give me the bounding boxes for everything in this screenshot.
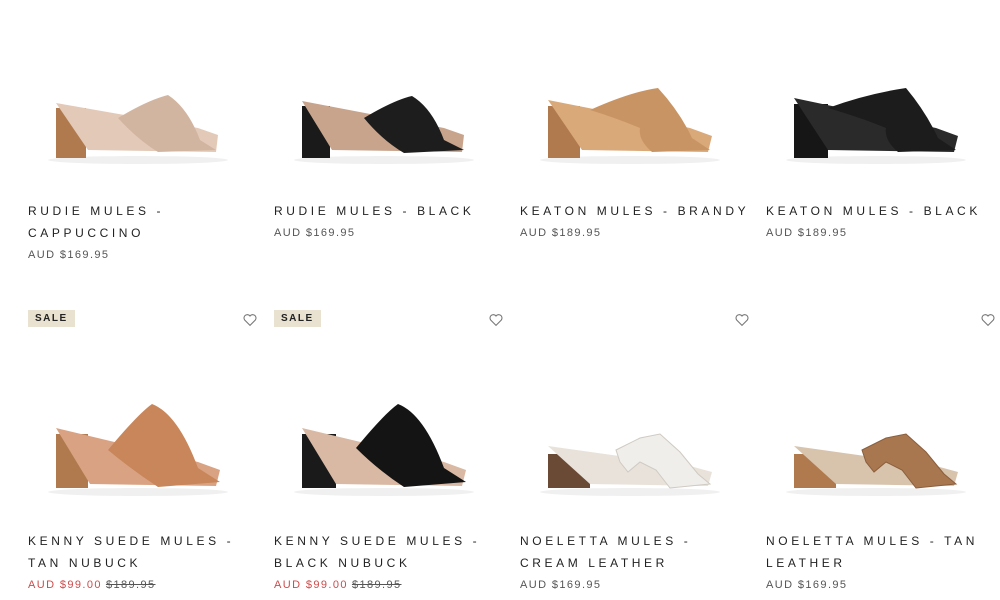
product-image[interactable] bbox=[766, 302, 996, 530]
product-image[interactable]: SALE bbox=[28, 302, 258, 530]
product-image[interactable] bbox=[520, 302, 750, 530]
product-price: AUD $99.00 $189.95 bbox=[28, 579, 258, 591]
original-price: $189.95 bbox=[351, 579, 402, 591]
mule-shoe-image bbox=[48, 404, 228, 496]
product-price: AUD $169.95 bbox=[520, 579, 602, 591]
product-image[interactable] bbox=[520, 0, 750, 200]
heart-icon[interactable] bbox=[242, 312, 258, 328]
product-title[interactable]: Keaton Mules - Brandy bbox=[520, 200, 750, 222]
product-price: AUD $169.95 bbox=[28, 249, 110, 261]
heart-icon[interactable] bbox=[980, 312, 996, 328]
sale-badge: SALE bbox=[274, 310, 321, 327]
product-title[interactable]: Kenny Suede Mules - Black Nubuck bbox=[274, 530, 504, 574]
product-card[interactable]: Keaton Mules - Brandy AUD $189.95 bbox=[520, 0, 750, 239]
product-price: AUD $169.95 bbox=[766, 579, 848, 591]
sale-price: AUD $99.00 bbox=[274, 579, 348, 591]
original-price: $189.95 bbox=[105, 579, 156, 591]
product-price: AUD $169.95 bbox=[274, 227, 356, 239]
product-title[interactable]: Noeletta Mules - Tan Leather bbox=[766, 530, 996, 574]
product-card[interactable]: Rudie Mules - Black AUD $169.95 bbox=[274, 0, 504, 239]
product-title[interactable]: Kenny Suede Mules - Tan Nubuck bbox=[28, 530, 258, 574]
product-price: AUD $189.95 bbox=[520, 227, 602, 239]
sale-badge: SALE bbox=[28, 310, 75, 327]
product-card[interactable]: SALE Kenny Suede Mules - Tan Nubuck AUD … bbox=[28, 302, 258, 591]
product-title[interactable]: Keaton Mules - Black bbox=[766, 200, 996, 222]
sale-price: AUD $99.00 bbox=[28, 579, 102, 591]
product-price: AUD $189.95 bbox=[766, 227, 848, 239]
mule-shoe-image bbox=[294, 96, 474, 164]
product-title[interactable]: Noeletta Mules - Cream Leather bbox=[520, 530, 750, 574]
product-card[interactable]: Noeletta Mules - Cream Leather AUD $169.… bbox=[520, 302, 750, 591]
mule-shoe-image bbox=[294, 404, 474, 496]
product-card[interactable]: Rudie Mules - Cappuccino AUD $169.95 bbox=[28, 0, 258, 261]
product-image[interactable]: SALE bbox=[274, 302, 504, 530]
heart-icon[interactable] bbox=[488, 312, 504, 328]
product-title[interactable]: Rudie Mules - Black bbox=[274, 200, 504, 222]
product-image[interactable] bbox=[766, 0, 996, 200]
product-title[interactable]: Rudie Mules - Cappuccino bbox=[28, 200, 258, 244]
mule-shoe-image bbox=[786, 88, 966, 164]
product-image[interactable] bbox=[274, 0, 504, 200]
product-price: AUD $99.00 $189.95 bbox=[274, 579, 504, 591]
product-card[interactable]: Noeletta Mules - Tan Leather AUD $169.95 bbox=[766, 302, 996, 591]
mule-shoe-image bbox=[540, 88, 720, 164]
product-image[interactable] bbox=[28, 0, 258, 200]
mule-shoe-image bbox=[786, 433, 966, 496]
product-card[interactable]: SALE Kenny Suede Mules - Black Nubuck AU… bbox=[274, 302, 504, 591]
product-grid: Rudie Mules - Cappuccino AUD $169.95 Rud… bbox=[0, 0, 1000, 600]
product-card[interactable]: Keaton Mules - Black AUD $189.95 bbox=[766, 0, 996, 239]
mule-shoe-image bbox=[540, 433, 720, 496]
heart-icon[interactable] bbox=[734, 312, 750, 328]
mule-shoe-image bbox=[48, 95, 228, 164]
